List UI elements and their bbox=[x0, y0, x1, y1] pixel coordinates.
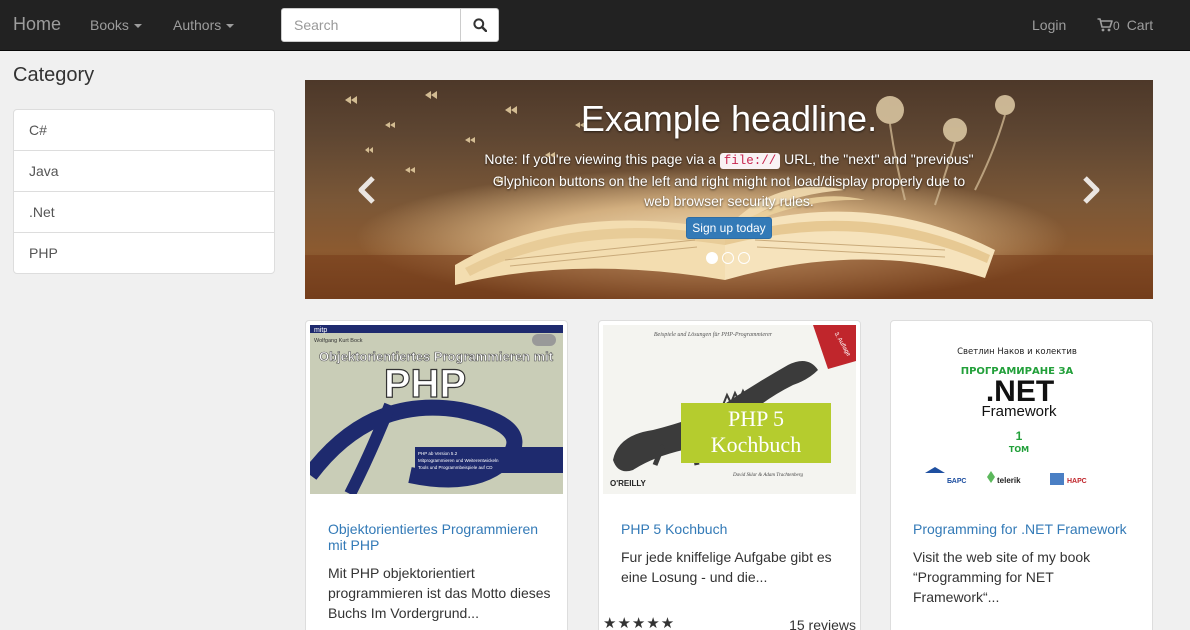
search-icon bbox=[472, 18, 487, 32]
cart-label: Cart bbox=[1126, 17, 1154, 33]
carousel-indicator-1[interactable] bbox=[706, 252, 718, 264]
svg-text:David Sklar & Adam Trachtenber: David Sklar & Adam Trachtenberg bbox=[732, 473, 803, 478]
category-list: C# Java .Net PHP bbox=[13, 109, 275, 274]
carousel-note: Note: If you're viewing this page via a … bbox=[479, 149, 979, 211]
svg-text:PHP: PHP bbox=[384, 362, 466, 406]
book-cover-php5-kochbuch[interactable]: Beispiele und Lösungen für PHP-Programmi… bbox=[603, 325, 856, 494]
carousel-indicators bbox=[706, 252, 750, 264]
home-link[interactable]: Home bbox=[13, 14, 61, 35]
svg-text:mitp: mitp bbox=[314, 327, 327, 334]
svg-text:Kochbuch: Kochbuch bbox=[711, 432, 801, 457]
carousel-indicator-2[interactable] bbox=[722, 252, 734, 264]
search-input[interactable] bbox=[282, 9, 460, 41]
svg-text:Framework: Framework bbox=[981, 403, 1057, 420]
svg-text:ТОМ: ТОМ bbox=[1009, 445, 1029, 454]
carousel-indicator-3[interactable] bbox=[738, 252, 750, 264]
search-button[interactable] bbox=[460, 9, 498, 41]
svg-text:O'REILLY: O'REILLY bbox=[610, 479, 647, 488]
book-title-link[interactable]: Objektorientiertes Programmieren mit PHP bbox=[328, 521, 553, 553]
caret-down-icon bbox=[133, 24, 142, 29]
cart-link[interactable]: 0 Cart bbox=[1097, 17, 1153, 33]
category-item-php[interactable]: PHP bbox=[14, 232, 274, 273]
review-count: 15 reviews bbox=[789, 617, 856, 630]
book-description: Visit the web site of my book “Programmi… bbox=[913, 549, 1091, 605]
category-heading: Category bbox=[13, 64, 95, 86]
book-card: Beispiele und Lösungen für PHP-Programmi… bbox=[598, 320, 861, 630]
svg-text:Tools und Programmbeispiele au: Tools und Programmbeispiele auf CD bbox=[418, 465, 493, 470]
category-item-java[interactable]: Java bbox=[14, 150, 274, 191]
book-cover-oop-php[interactable]: mitp Wolfgang Kurt Bock Objektorientiert… bbox=[310, 325, 563, 494]
svg-text:PHP 5: PHP 5 bbox=[728, 406, 784, 431]
books-menu[interactable]: Books bbox=[90, 17, 142, 33]
caret-down-icon bbox=[226, 24, 235, 29]
carousel-note-text: Note: If you're viewing this page via a bbox=[484, 151, 716, 167]
svg-text:Mitprogrammieren und Weiterent: Mitprogrammieren und Weiterentwickeln bbox=[418, 458, 499, 463]
svg-text:telerik: telerik bbox=[997, 476, 1021, 485]
books-menu-label: Books bbox=[90, 17, 129, 33]
login-link[interactable]: Login bbox=[1032, 17, 1066, 33]
carousel-note-code: file:// bbox=[719, 153, 781, 169]
chevron-left-icon[interactable] bbox=[357, 176, 377, 204]
svg-text:Светлин Наков и колектив: Светлин Наков и колектив bbox=[957, 347, 1077, 357]
authors-menu-label: Authors bbox=[173, 17, 222, 33]
search-form bbox=[281, 8, 499, 42]
book-description: Mit PHP objektorientiert programmieren i… bbox=[328, 565, 551, 621]
hero-carousel: Example headline. Note: If you're viewin… bbox=[305, 80, 1153, 299]
chevron-right-icon[interactable] bbox=[1081, 176, 1101, 204]
book-description: Fur jede kniffelige Aufgabe gibt es eine… bbox=[621, 549, 832, 585]
category-item-csharp[interactable]: C# bbox=[14, 110, 274, 150]
svg-text:Beispiele und Lösungen für PHP: Beispiele und Lösungen für PHP-Programmi… bbox=[654, 331, 773, 338]
top-navbar: Home Books Authors Login 0 Cart bbox=[0, 0, 1190, 51]
book-card: Светлин Наков и колектив ПРОГРАМИРАНЕ ЗА… bbox=[890, 320, 1153, 630]
svg-text:PHP ab Version 5.2: PHP ab Version 5.2 bbox=[418, 451, 458, 456]
carousel-headline: Example headline. bbox=[580, 98, 878, 139]
star-rating: ★★★★★ bbox=[603, 615, 676, 630]
svg-text:НАРС: НАРС bbox=[1067, 478, 1087, 485]
svg-text:БАРС: БАРС bbox=[947, 478, 966, 485]
book-title-link[interactable]: Programming for .NET Framework bbox=[913, 521, 1138, 537]
cart-count: 0 bbox=[1113, 19, 1120, 33]
category-item-dotnet[interactable]: .Net bbox=[14, 191, 274, 232]
cart-icon bbox=[1097, 18, 1113, 32]
authors-menu[interactable]: Authors bbox=[173, 17, 235, 33]
book-card: mitp Wolfgang Kurt Bock Objektorientiert… bbox=[305, 320, 568, 630]
book-title-link[interactable]: PHP 5 Kochbuch bbox=[621, 521, 846, 537]
svg-text:1: 1 bbox=[1016, 429, 1023, 443]
svg-text:Wolfgang Kurt Bock: Wolfgang Kurt Bock bbox=[314, 338, 363, 344]
sign-up-button[interactable]: Sign up today bbox=[686, 217, 772, 239]
book-cover-dotnet[interactable]: Светлин Наков и колектив ПРОГРАМИРАНЕ ЗА… bbox=[895, 325, 1148, 494]
